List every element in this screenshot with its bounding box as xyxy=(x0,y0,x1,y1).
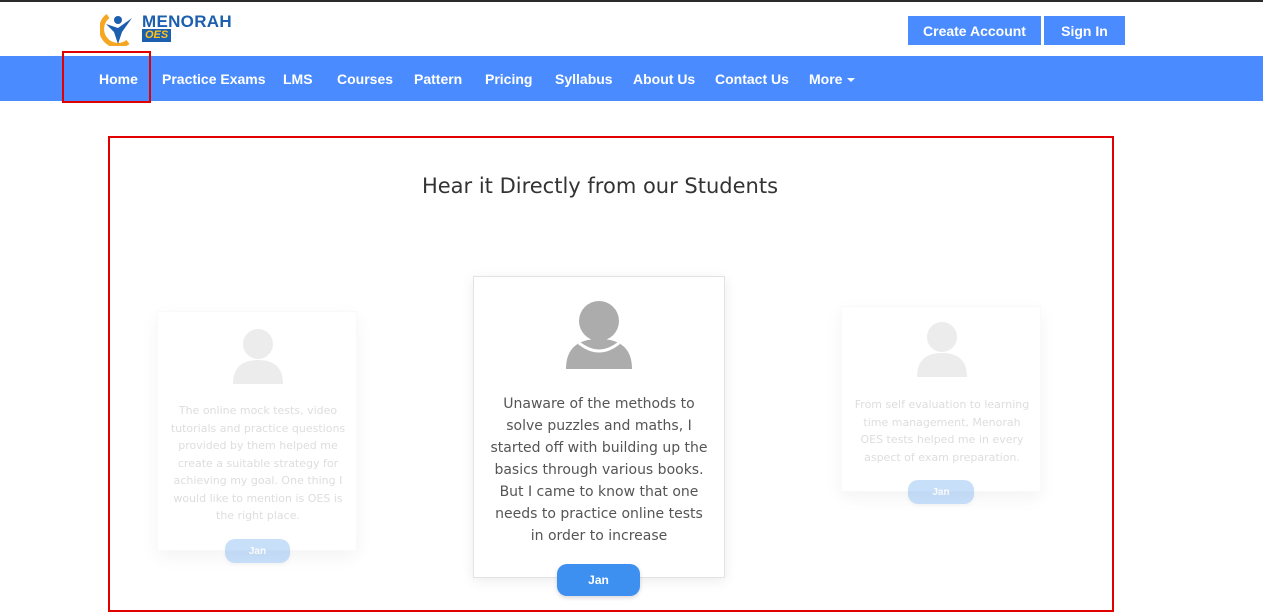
nav-contact-us[interactable]: Contact Us xyxy=(715,56,789,101)
caret-down-icon xyxy=(847,77,856,82)
section-title-text: Hear it Directly from our Students xyxy=(421,174,779,198)
testimonial-author-button[interactable]: Jan xyxy=(557,564,640,596)
testimonial-card-center: Unaware of the methods to solve puzzles … xyxy=(473,276,725,578)
site-logo[interactable]: MENORAH OES xyxy=(100,12,232,46)
testimonial-author-button[interactable]: Jan xyxy=(908,480,974,504)
section-title: Hear it Directly from our Students xyxy=(0,174,1200,198)
nav-pattern[interactable]: Pattern xyxy=(414,56,462,101)
testimonial-author-button[interactable]: Jan xyxy=(225,539,290,563)
user-avatar-icon xyxy=(566,301,632,369)
logo-icon xyxy=(100,14,132,46)
top-border xyxy=(0,0,1263,2)
nav-about-us[interactable]: About Us xyxy=(633,56,695,101)
main-nav: Home Practice Exams LMS Courses Pattern … xyxy=(0,56,1263,101)
nav-syllabus[interactable]: Syllabus xyxy=(555,56,613,101)
home-highlight-box xyxy=(62,51,151,103)
testimonial-text: From self evaluation to learning time ma… xyxy=(854,398,1030,464)
logo-subtext: OES xyxy=(142,29,172,42)
testimonial-card-right: From self evaluation to learning time ma… xyxy=(841,306,1041,492)
testimonial-text: The online mock tests, video tutorials a… xyxy=(170,404,346,522)
testimonial-card-left: The online mock tests, video tutorials a… xyxy=(157,311,357,551)
user-avatar-icon xyxy=(233,329,283,384)
nav-more[interactable]: More xyxy=(809,56,856,101)
nav-practice-exams[interactable]: Practice Exams xyxy=(162,56,266,101)
sign-in-button[interactable]: Sign In xyxy=(1044,16,1125,45)
nav-more-label: More xyxy=(809,70,843,87)
nav-pricing[interactable]: Pricing xyxy=(485,56,532,101)
testimonial-text: Unaware of the methods to solve puzzles … xyxy=(490,396,708,544)
user-avatar-icon xyxy=(917,322,967,377)
nav-lms[interactable]: LMS xyxy=(283,56,313,101)
nav-courses[interactable]: Courses xyxy=(337,56,393,101)
create-account-button[interactable]: Create Account xyxy=(908,16,1041,45)
